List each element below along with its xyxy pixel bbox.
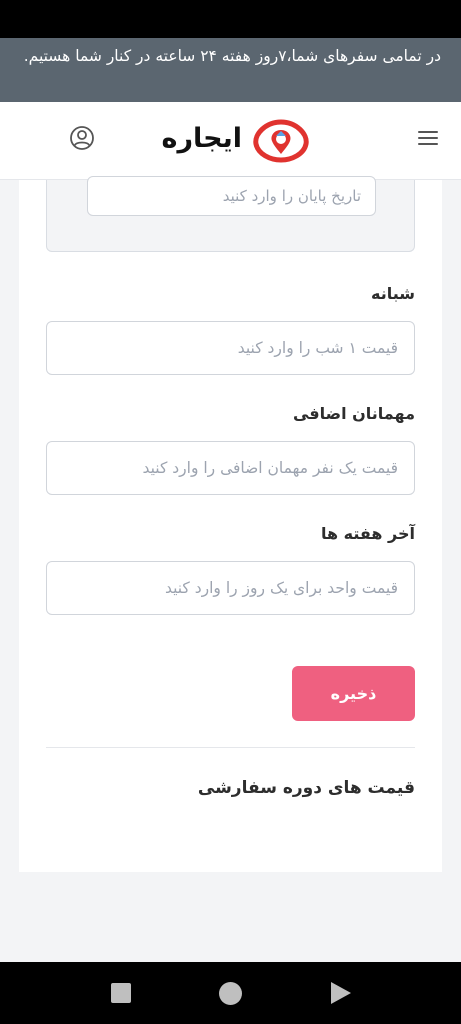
pricing-form-card: شبانه مهمانان اضافی آخر هفته ها ذخیره قی… [19, 176, 442, 872]
hamburger-menu-icon[interactable] [414, 126, 442, 150]
recent-apps-icon[interactable] [111, 983, 131, 1003]
date-range-box [46, 176, 415, 252]
home-icon[interactable] [219, 982, 242, 1005]
extra-guest-price-input[interactable] [46, 441, 415, 495]
back-icon[interactable] [331, 982, 351, 1004]
divider [46, 747, 415, 748]
extra-guests-label: مهمانان اضافی [292, 404, 415, 423]
end-date-input[interactable] [87, 176, 376, 216]
system-nav-bar [0, 962, 461, 1024]
nightly-label: شبانه [371, 284, 415, 303]
weekend-price-input[interactable] [46, 561, 415, 615]
banner-text: در تمامی سفرهای شما،۷روز هفته ۲۴ ساعته د… [23, 47, 441, 65]
top-header: ایجاره [0, 102, 461, 180]
brand-logo-icon [253, 119, 309, 163]
user-circle-icon[interactable] [68, 124, 96, 152]
nightly-price-input[interactable] [46, 321, 415, 375]
brand-name: ایجاره [161, 123, 243, 154]
save-button[interactable]: ذخیره [292, 666, 415, 721]
brand-logo[interactable]: ایجاره [146, 118, 318, 164]
custom-pricing-title: قیمت های دوره سفارشی [197, 778, 415, 798]
info-banner: در تمامی سفرهای شما،۷روز هفته ۲۴ ساعته د… [0, 38, 461, 102]
weekends-label: آخر هفته ها [320, 524, 415, 543]
system-status-bar [0, 0, 461, 38]
